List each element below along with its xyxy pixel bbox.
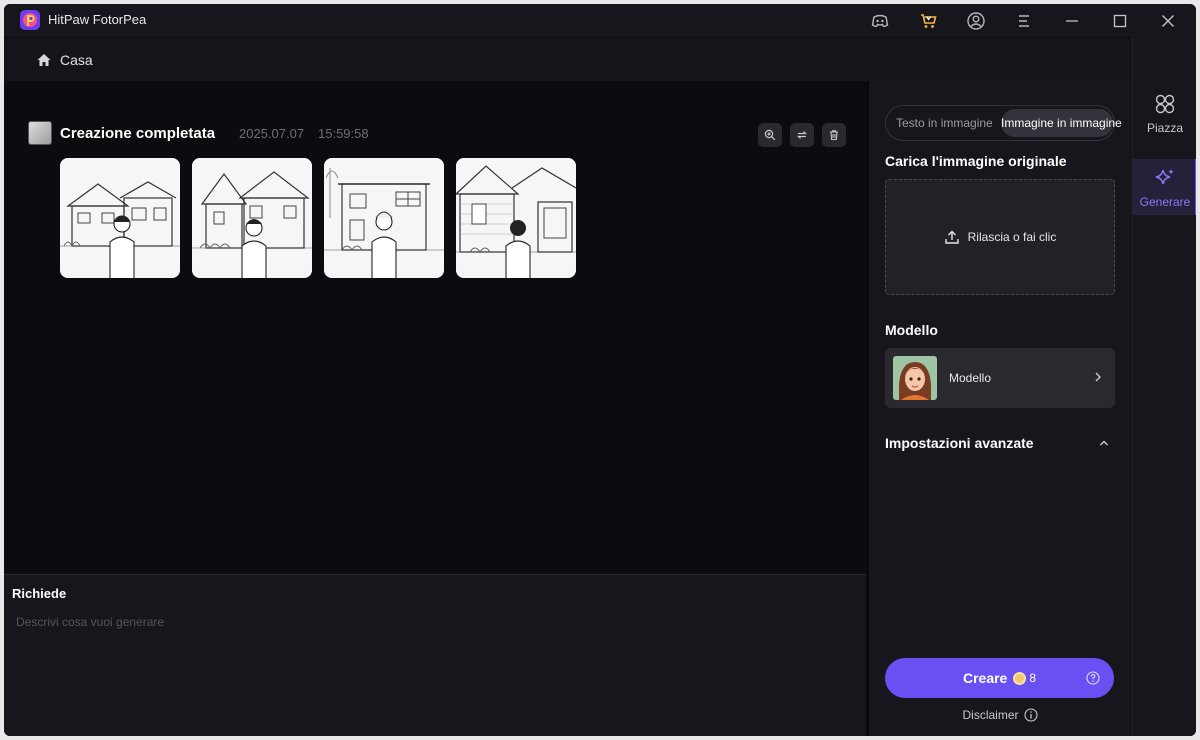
info-icon [1023, 708, 1038, 722]
upload-dropzone[interactable]: Rilascia o fai clic [885, 179, 1115, 295]
create-button[interactable]: Creare 8 [885, 658, 1114, 698]
model-avatar [893, 356, 937, 400]
disclaimer-label: Disclaimer [962, 708, 1019, 722]
app-logo-icon [20, 10, 40, 30]
regenerate-button[interactable] [790, 123, 814, 147]
breadcrumb: Casa [4, 37, 1132, 81]
result-image-4[interactable] [456, 158, 576, 278]
upload-title: Carica l'immagine originale [885, 153, 1067, 169]
chevron-up-icon[interactable] [1097, 436, 1111, 450]
breadcrumb-home-link[interactable]: Casa [60, 52, 93, 68]
upload-label: Rilascia o fai clic [967, 230, 1057, 244]
app-title: HitPaw FotorPea [48, 12, 147, 27]
create-cost: 8 [1029, 671, 1037, 685]
prompt-title: Richiede [12, 586, 67, 601]
shop-icon[interactable] [916, 9, 940, 33]
rail-item-generate[interactable]: Generare [1133, 159, 1196, 215]
title-bar: HitPaw FotorPea [4, 4, 1196, 37]
regenerate-icon [797, 131, 807, 139]
generation-title: Creazione completata [60, 125, 216, 142]
rail-label-generate: Generare [1139, 195, 1191, 209]
chevron-right-icon [1095, 372, 1101, 382]
close-icon[interactable] [1156, 9, 1180, 33]
model-title: Modello [885, 322, 938, 338]
rail-item-piazza[interactable]: Piazza [1133, 85, 1196, 141]
mode-text-to-image[interactable]: Testo in immagine [896, 109, 993, 137]
advanced-settings-title[interactable]: Impostazioni avanzate [885, 435, 1034, 451]
model-selector[interactable]: Modello [885, 348, 1115, 408]
model-label: Modello [949, 371, 992, 385]
results-area: Creazione completata 2025.07.07 15:59:58 [4, 81, 866, 574]
nav-rail: Piazza Generare [1132, 37, 1196, 736]
zoom-in-icon [764, 129, 776, 141]
generation-time: 15:59:58 [318, 126, 369, 141]
mode-image-to-image[interactable]: Immagine in immagine [1001, 109, 1122, 137]
coin-icon [1013, 671, 1027, 685]
minimize-icon[interactable] [1060, 9, 1084, 33]
grid-icon [1155, 94, 1175, 114]
home-icon[interactable] [36, 52, 52, 68]
result-image-1[interactable] [60, 158, 180, 278]
prompt-section: Richiede [4, 574, 866, 736]
menu-icon[interactable] [1012, 9, 1036, 33]
delete-button[interactable] [822, 123, 846, 147]
upload-icon [944, 230, 959, 244]
result-image-2[interactable] [192, 158, 312, 278]
discord-icon[interactable] [868, 9, 892, 33]
mode-toggle: Testo in immagine Immagine in immagine [885, 105, 1122, 141]
zoom-in-button[interactable] [758, 123, 782, 147]
generation-date: 2025.07.07 [239, 126, 305, 141]
app-window: HitPaw FotorPea Casa Creazione completat… [4, 4, 1196, 736]
sparkle-icon [1155, 169, 1174, 185]
delete-icon [830, 130, 838, 141]
maximize-icon[interactable] [1108, 9, 1132, 33]
source-thumbnail [28, 121, 52, 145]
prompt-input[interactable] [12, 611, 852, 721]
create-label: Creare [962, 670, 1008, 686]
help-icon[interactable] [1086, 671, 1100, 685]
generation-header: Creazione completata 2025.07.07 15:59:58 [28, 121, 858, 147]
settings-panel: Testo in immagine Immagine in immagine C… [869, 81, 1131, 736]
result-images [60, 158, 576, 278]
result-image-3[interactable] [324, 158, 444, 278]
disclaimer[interactable]: Disclaimer [869, 708, 1131, 722]
rail-label-piazza: Piazza [1146, 121, 1184, 135]
account-icon[interactable] [964, 9, 988, 33]
